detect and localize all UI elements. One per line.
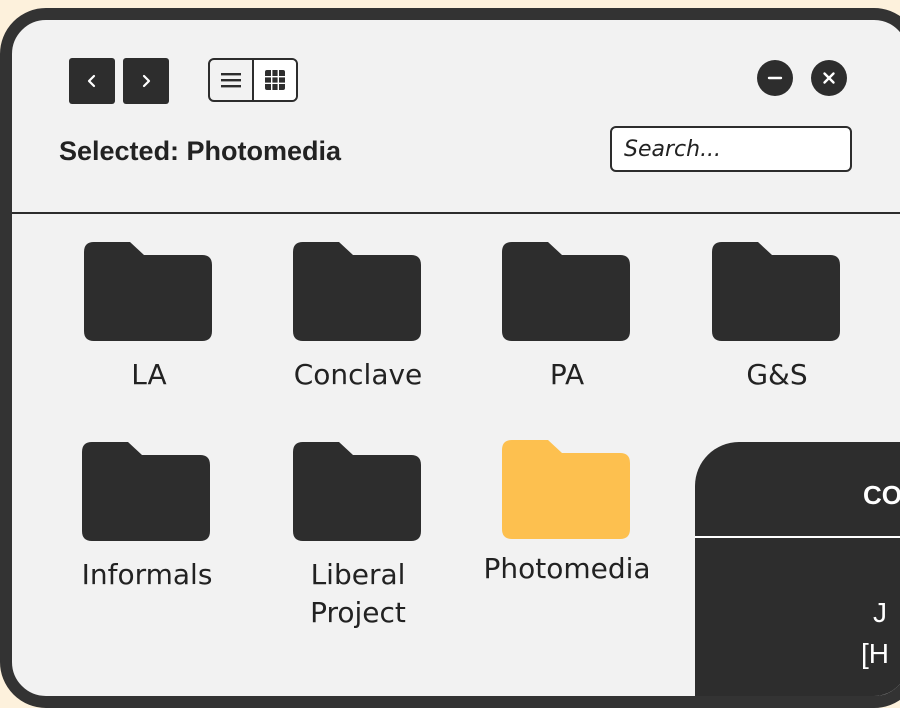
- chevron-left-icon: [87, 74, 96, 88]
- folder-name: Photomedia: [483, 552, 651, 585]
- folder-item-gs[interactable]: G&S: [692, 242, 862, 394]
- minimize-button[interactable]: [757, 60, 793, 96]
- folder-icon: [502, 242, 630, 341]
- folder-name: Liberal Project: [310, 558, 406, 629]
- close-icon: [823, 72, 835, 84]
- back-button[interactable]: [69, 58, 115, 104]
- info-panel-title: CO: [863, 480, 900, 510]
- folder-name: Informals: [81, 558, 213, 591]
- info-panel-text: J: [873, 597, 887, 628]
- folder-item-photomedia[interactable]: Photomedia: [482, 440, 652, 588]
- folder-name: PA: [549, 358, 585, 391]
- grid-icon: [265, 70, 285, 90]
- folder-name: Conclave: [293, 358, 423, 391]
- info-panel-divider: [695, 536, 900, 538]
- info-panel-text: [H: [861, 638, 889, 669]
- view-toggle: [208, 58, 298, 102]
- folder-icon: [293, 442, 421, 541]
- folder-icon: [84, 242, 212, 341]
- folder-name: G&S: [746, 358, 808, 391]
- chevron-right-icon: [142, 74, 151, 88]
- folder-item-informals[interactable]: Informals: [62, 442, 232, 594]
- folder-icon: [712, 242, 840, 341]
- folder-item-conclave[interactable]: Conclave: [273, 242, 443, 394]
- folder-item-liberal-project[interactable]: Liberal Project: [273, 442, 443, 632]
- close-button[interactable]: [811, 60, 847, 96]
- header-divider: [12, 212, 900, 214]
- folder-name: LA: [131, 358, 167, 391]
- folder-icon: [82, 442, 210, 541]
- folder-icon-selected: [502, 440, 630, 539]
- minus-icon: [767, 76, 783, 80]
- forward-button[interactable]: [123, 58, 169, 104]
- grid-view-button[interactable]: [254, 60, 296, 100]
- folder-item-pa[interactable]: PA: [482, 242, 652, 394]
- list-view-button[interactable]: [210, 60, 254, 100]
- selected-label: Selected: Photomedia: [59, 136, 342, 166]
- search-input[interactable]: [610, 126, 852, 172]
- folder-item-la[interactable]: LA: [64, 242, 234, 394]
- list-icon: [221, 73, 241, 88]
- info-panel: CO J [H: [695, 442, 900, 696]
- folder-icon: [293, 242, 421, 341]
- file-browser-window: Selected: Photomedia LA Conclave PA G&S …: [0, 8, 900, 708]
